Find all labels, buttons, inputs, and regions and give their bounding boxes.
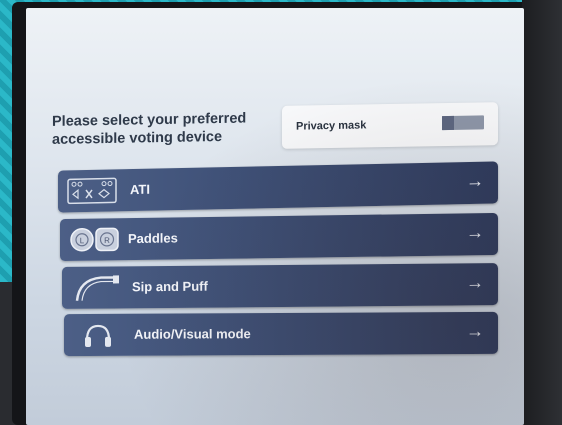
arrow-right-icon: → xyxy=(466,170,484,192)
privacy-mask-card[interactable]: Privacy mask xyxy=(282,102,498,149)
privacy-mask-label: Privacy mask xyxy=(296,119,367,133)
paddle-left-letter: L xyxy=(80,236,85,245)
option-sip-puff-label: Sip and Puff xyxy=(132,278,208,295)
arrow-right-icon: → xyxy=(466,320,484,342)
ati-keypad-icon xyxy=(66,176,118,205)
arrow-right-icon: → xyxy=(466,272,484,293)
privacy-mask-toggle[interactable] xyxy=(442,115,484,131)
option-audio-visual-label: Audio/Visual mode xyxy=(134,326,251,342)
page-heading: Please select your preferred accessible … xyxy=(52,109,272,149)
option-sip-puff-button[interactable]: Sip and Puff → xyxy=(62,263,498,309)
option-ati-button[interactable]: ATI → xyxy=(58,161,498,213)
heading-line-2: accessible voting device xyxy=(52,128,223,148)
option-paddles-label: Paddles xyxy=(128,230,178,247)
headphones-icon xyxy=(72,321,124,349)
privacy-toggle-knob xyxy=(442,115,454,131)
option-ati-label: ATI xyxy=(130,181,150,198)
option-audio-visual-button[interactable]: Audio/Visual mode → xyxy=(64,311,498,357)
heading-line-1: Please select your preferred xyxy=(52,110,247,130)
touch-screen: Please select your preferred accessible … xyxy=(26,8,524,425)
sip-puff-icon xyxy=(70,273,122,301)
option-paddles-button[interactable]: L R Paddles → xyxy=(60,212,498,262)
device-edge xyxy=(522,0,562,425)
paddle-right-letter: R xyxy=(104,236,110,245)
paddles-icon: L R xyxy=(70,225,122,254)
arrow-right-icon: → xyxy=(466,222,484,243)
